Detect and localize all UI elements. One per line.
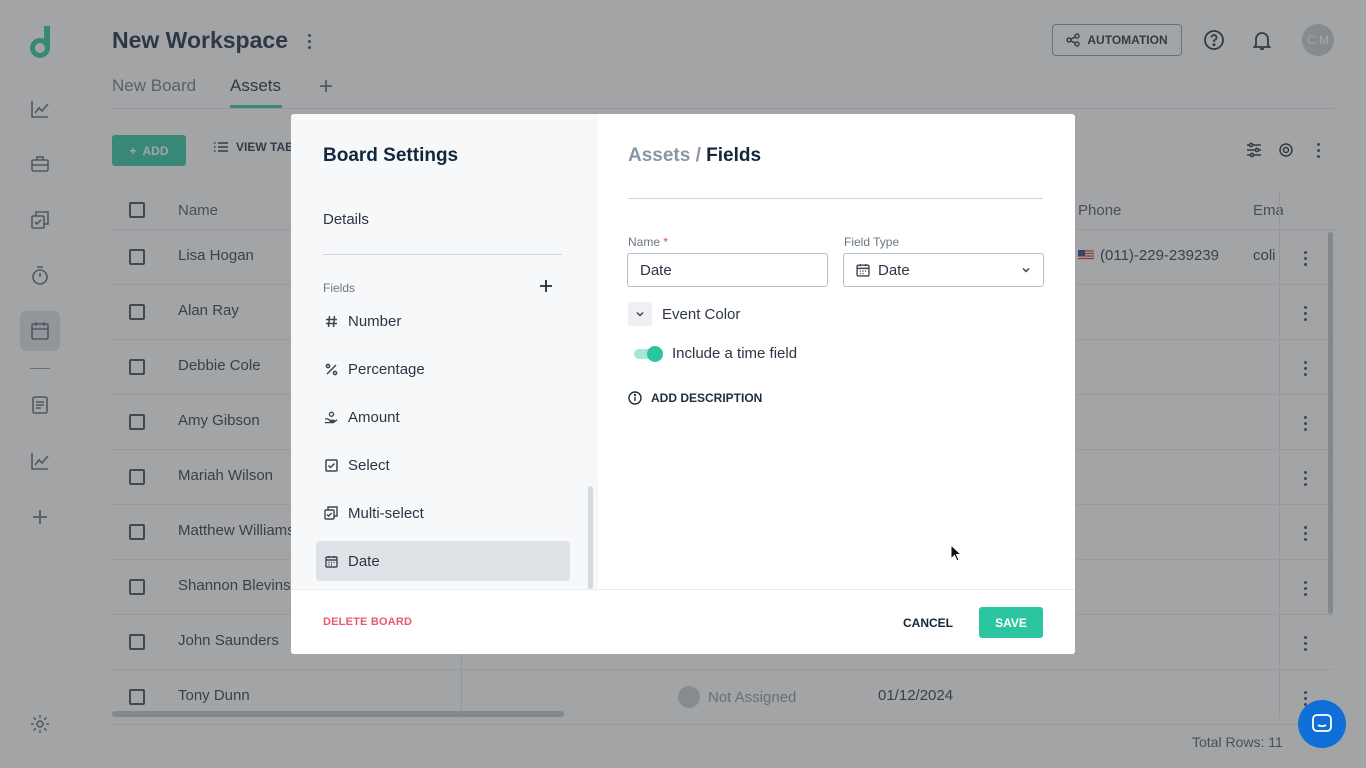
field-editor: Assets / Fields Name * Date Field Type D… [598, 114, 1075, 589]
breadcrumb: Assets / Fields [628, 145, 761, 167]
expand-chevron-icon[interactable] [628, 302, 652, 326]
settings-sidebar: Board Settings Details Fields Number Per… [291, 114, 598, 589]
field-label: Select [348, 456, 390, 474]
field-label: Multi-select [348, 504, 424, 522]
sidebar-item-details[interactable]: Details [323, 211, 369, 228]
chevron-down-icon [1022, 267, 1030, 273]
hash-icon [324, 314, 338, 328]
multi-checkbox-icon [324, 506, 338, 520]
field-name-input[interactable]: Date [627, 253, 828, 287]
header-divider [628, 198, 1043, 199]
cancel-button[interactable]: CANCEL [903, 616, 953, 630]
delete-board-button[interactable]: DELETE BOARD [323, 616, 412, 628]
field-label: Number [348, 312, 402, 330]
coins-hand-icon [324, 410, 338, 424]
fields-section-label: Fields [323, 281, 356, 295]
required-marker: * [663, 235, 669, 249]
name-label-text: Name [628, 235, 661, 249]
field-multi-select[interactable]: Multi-select [316, 493, 570, 533]
checkbox-icon [324, 458, 338, 472]
calendar-icon [856, 264, 870, 277]
chat-icon [1312, 714, 1332, 732]
calendar-icon [324, 554, 338, 568]
info-icon [628, 391, 642, 405]
field-type-label: Field Type [844, 235, 900, 249]
sidebar-divider [323, 254, 562, 255]
field-label: Date [348, 552, 380, 570]
mouse-cursor-icon [950, 544, 962, 562]
add-description-label: ADD DESCRIPTION [651, 391, 763, 405]
modal-title: Board Settings [323, 145, 459, 166]
field-type-value: Date [878, 261, 910, 279]
event-color-label: Event Color [662, 305, 741, 323]
field-name-value: Date [640, 261, 672, 279]
chat-support-button[interactable] [1298, 700, 1346, 748]
field-percentage[interactable]: Percentage [316, 349, 570, 389]
field-label: Percentage [348, 360, 425, 378]
name-label: Name * [628, 235, 668, 249]
percent-icon [324, 362, 338, 376]
field-select[interactable]: Select [316, 445, 570, 485]
field-label: Amount [348, 408, 400, 426]
toggle-knob [647, 345, 663, 362]
include-time-row: Include a time field [634, 345, 797, 362]
breadcrumb-separator: / [690, 145, 707, 166]
breadcrumb-section: Fields [706, 145, 762, 166]
add-field-icon[interactable] [537, 277, 555, 295]
field-date[interactable]: Date [316, 541, 570, 581]
include-time-toggle[interactable] [634, 345, 663, 362]
add-description-button[interactable]: ADD DESCRIPTION [628, 391, 762, 405]
field-number[interactable]: Number [316, 301, 570, 341]
field-amount[interactable]: Amount [316, 397, 570, 437]
modal-footer: DELETE BOARD CANCEL SAVE [291, 589, 1075, 654]
sidebar-scrollbar[interactable] [588, 486, 593, 589]
breadcrumb-board[interactable]: Assets [628, 145, 690, 166]
include-time-label: Include a time field [672, 345, 798, 362]
save-button[interactable]: SAVE [979, 607, 1043, 638]
board-settings-modal: Board Settings Details Fields Number Per… [291, 114, 1075, 654]
event-color-row[interactable]: Event Color [628, 302, 740, 326]
field-type-select[interactable]: Date [843, 253, 1044, 287]
